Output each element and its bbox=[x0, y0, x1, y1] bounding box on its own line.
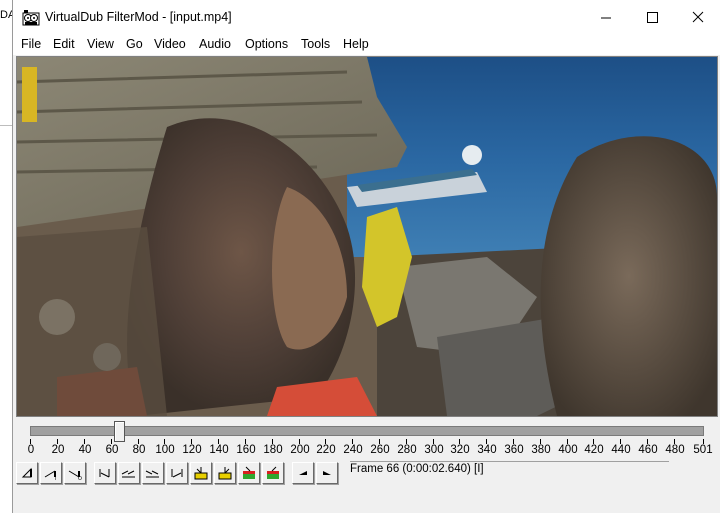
frame-status: Frame 66 (0:00:02.640) [I] bbox=[350, 463, 484, 475]
menu-help[interactable]: Help bbox=[343, 37, 369, 51]
maximize-icon bbox=[647, 12, 658, 23]
timeline-tick-label: 360 bbox=[504, 444, 524, 456]
prev-keyframe-icon bbox=[194, 467, 208, 480]
mark-in-icon bbox=[299, 471, 307, 475]
scene-forward-icon bbox=[267, 466, 279, 479]
play-output-button[interactable]: O bbox=[64, 462, 86, 484]
timeline-tick-label: 320 bbox=[450, 444, 470, 456]
stop-button[interactable] bbox=[16, 462, 38, 484]
play-input-button[interactable]: I bbox=[40, 462, 62, 484]
timeline-tick-label: 140 bbox=[209, 444, 229, 456]
timeline-tick-label: 240 bbox=[343, 444, 363, 456]
timeline-tick-label: 100 bbox=[155, 444, 175, 456]
timeline-tick-label: 0 bbox=[27, 444, 35, 456]
next-keyframe-button[interactable] bbox=[214, 462, 236, 484]
go-start-icon bbox=[99, 469, 110, 478]
svg-text:O: O bbox=[78, 476, 82, 481]
timeline-tick-label: 280 bbox=[397, 444, 417, 456]
next-frame-icon bbox=[145, 470, 159, 478]
timeline-tick-label: 220 bbox=[316, 444, 336, 456]
status-divider bbox=[350, 461, 669, 462]
timeline-tick-label: 420 bbox=[584, 444, 604, 456]
prev-frame-button[interactable] bbox=[118, 462, 140, 484]
menu-file[interactable]: File bbox=[21, 37, 41, 51]
minimize-button[interactable] bbox=[583, 0, 629, 35]
minimize-icon bbox=[601, 17, 611, 19]
prev-frame-icon bbox=[121, 470, 135, 478]
video-preview-pane[interactable] bbox=[16, 56, 718, 417]
scene-back-icon bbox=[243, 466, 255, 479]
prev-keyframe-button[interactable] bbox=[190, 462, 212, 484]
film-reel-icon[interactable] bbox=[22, 9, 40, 27]
timeline-track[interactable] bbox=[30, 426, 704, 436]
timeline-tick-label: 440 bbox=[611, 444, 631, 456]
timeline-tick-label: 380 bbox=[531, 444, 551, 456]
menu-video[interactable]: Video bbox=[154, 37, 186, 51]
menu-edit[interactable]: Edit bbox=[53, 37, 75, 51]
timeline-tick-label: 160 bbox=[236, 444, 256, 456]
maximize-button[interactable] bbox=[629, 0, 675, 35]
menu-go[interactable]: Go bbox=[126, 37, 143, 51]
menu-bar: File Edit View Go Video Audio Options To… bbox=[13, 35, 720, 55]
go-start-button[interactable] bbox=[94, 462, 116, 484]
timeline-tick-label: 340 bbox=[477, 444, 497, 456]
timeline-tick-label: 480 bbox=[665, 444, 685, 456]
timeline-tick-label: 60 bbox=[105, 444, 119, 456]
timeline-tick-label: 460 bbox=[638, 444, 658, 456]
timeline-tick-label: 260 bbox=[370, 444, 390, 456]
play-input-icon: I bbox=[44, 470, 56, 481]
svg-text:I: I bbox=[55, 476, 56, 481]
stop-icon bbox=[21, 467, 32, 478]
timeline-tick-label: 20 bbox=[51, 444, 65, 456]
timeline-tick-label: 501 bbox=[693, 444, 713, 456]
mark-out-icon bbox=[323, 471, 331, 475]
close-button[interactable] bbox=[675, 0, 720, 35]
play-output-icon: O bbox=[68, 470, 82, 481]
window-title: VirtualDub FilterMod - [input.mp4] bbox=[45, 10, 232, 24]
scene-back-button[interactable] bbox=[238, 462, 260, 484]
timeline-slider-thumb[interactable] bbox=[114, 421, 125, 442]
video-frame-image bbox=[17, 57, 717, 416]
main-window: VirtualDub FilterMod - [input.mp4] File … bbox=[12, 0, 720, 513]
menu-options[interactable]: Options bbox=[245, 37, 288, 51]
timeline-tick-label: 120 bbox=[182, 444, 202, 456]
mark-out-button[interactable] bbox=[316, 462, 338, 484]
menu-audio[interactable]: Audio bbox=[199, 37, 231, 51]
mark-in-button[interactable] bbox=[292, 462, 314, 484]
next-keyframe-icon bbox=[218, 467, 232, 480]
menu-view[interactable]: View bbox=[87, 37, 114, 51]
scene-forward-button[interactable] bbox=[262, 462, 284, 484]
go-end-button[interactable] bbox=[166, 462, 188, 484]
close-icon bbox=[692, 11, 704, 23]
title-bar[interactable]: VirtualDub FilterMod - [input.mp4] bbox=[13, 0, 720, 35]
go-end-icon bbox=[171, 469, 183, 478]
menu-tools[interactable]: Tools bbox=[301, 37, 330, 51]
timeline-tick-label: 180 bbox=[263, 444, 283, 456]
next-frame-button[interactable] bbox=[142, 462, 164, 484]
timeline-tick-label: 40 bbox=[78, 444, 92, 456]
